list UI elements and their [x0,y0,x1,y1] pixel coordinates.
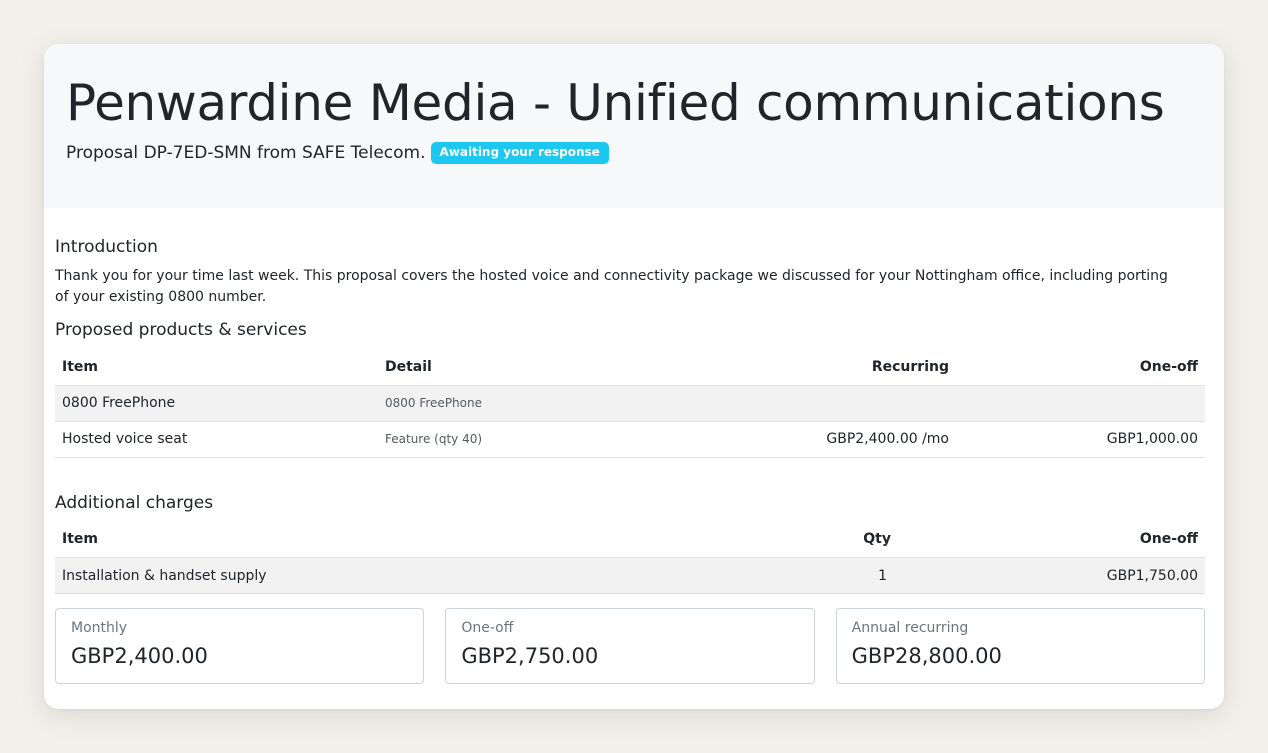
product-oneoff [956,385,1205,422]
product-recurring: GBP2,400.00 /mo [678,421,956,458]
proposal-card: Penwardine Media - Unified communication… [44,44,1224,709]
introduction-text: Thank you for your time last week. This … [55,268,1168,305]
column-header-oneoff: One-off [979,521,1205,558]
product-recurring [678,385,956,422]
product-oneoff: GBP1,000.00 [956,421,1205,458]
page-title: Penwardine Media - Unified communication… [66,74,1165,132]
charges-table-header: Item Qty One-off [55,521,1205,558]
column-header-qty: Qty [755,521,979,558]
product-detail: 0800 FreePhone [378,385,678,422]
proposal-header: Penwardine Media - Unified communication… [44,44,1224,208]
products-heading: Proposed products & services [55,320,307,340]
totals-summary: Monthly GBP2,400.00 One-off GBP2,750.00 … [55,608,1205,684]
proposal-subtitle-text: Proposal DP-7ED-SMN from SAFE Telecom. [66,143,426,163]
column-header-item: Item [55,521,755,558]
total-value: GBP2,750.00 [461,644,599,668]
charge-oneoff: GBP1,750.00 [979,557,1205,594]
total-annual-recurring: Annual recurring GBP28,800.00 [835,608,1205,684]
product-item: 0800 FreePhone [55,385,378,422]
table-row: Hosted voice seat Feature (qty 40) GBP2,… [55,421,1205,458]
charge-item: Installation & handset supply [55,557,755,594]
total-value: GBP2,400.00 [71,644,208,668]
introduction-heading: Introduction [55,237,158,257]
products-table-header: Item Detail Recurring One-off [55,349,1205,386]
table-row: Installation & handset supply 1 GBP1,750… [55,557,1205,594]
proposal-subtitle: Proposal DP-7ED-SMN from SAFE Telecom. A… [66,142,1202,164]
products-table: Item Detail Recurring One-off 0800 FreeP… [55,349,1205,458]
product-detail: Feature (qty 40) [378,421,678,458]
column-header-detail: Detail [378,349,678,386]
charge-qty: 1 [755,557,979,594]
total-label: One-off [461,620,514,636]
total-label: Monthly [71,620,128,636]
total-value: GBP28,800.00 [851,644,1002,668]
charges-heading: Additional charges [55,492,214,513]
total-label: Annual recurring [851,620,969,636]
charges-table: Item Qty One-off Installation & handset … [55,521,1205,594]
proposal-content: Introduction Thank you for your time las… [44,208,1224,684]
status-badge: Awaiting your response [430,142,609,164]
column-header-oneoff: One-off [956,349,1205,386]
total-monthly: Monthly GBP2,400.00 [55,608,425,684]
product-item: Hosted voice seat [55,421,378,458]
column-header-recurring: Recurring [678,349,956,386]
column-header-item: Item [55,349,378,386]
table-row: 0800 FreePhone 0800 FreePhone [55,385,1205,422]
total-oneoff: One-off GBP2,750.00 [445,608,815,684]
